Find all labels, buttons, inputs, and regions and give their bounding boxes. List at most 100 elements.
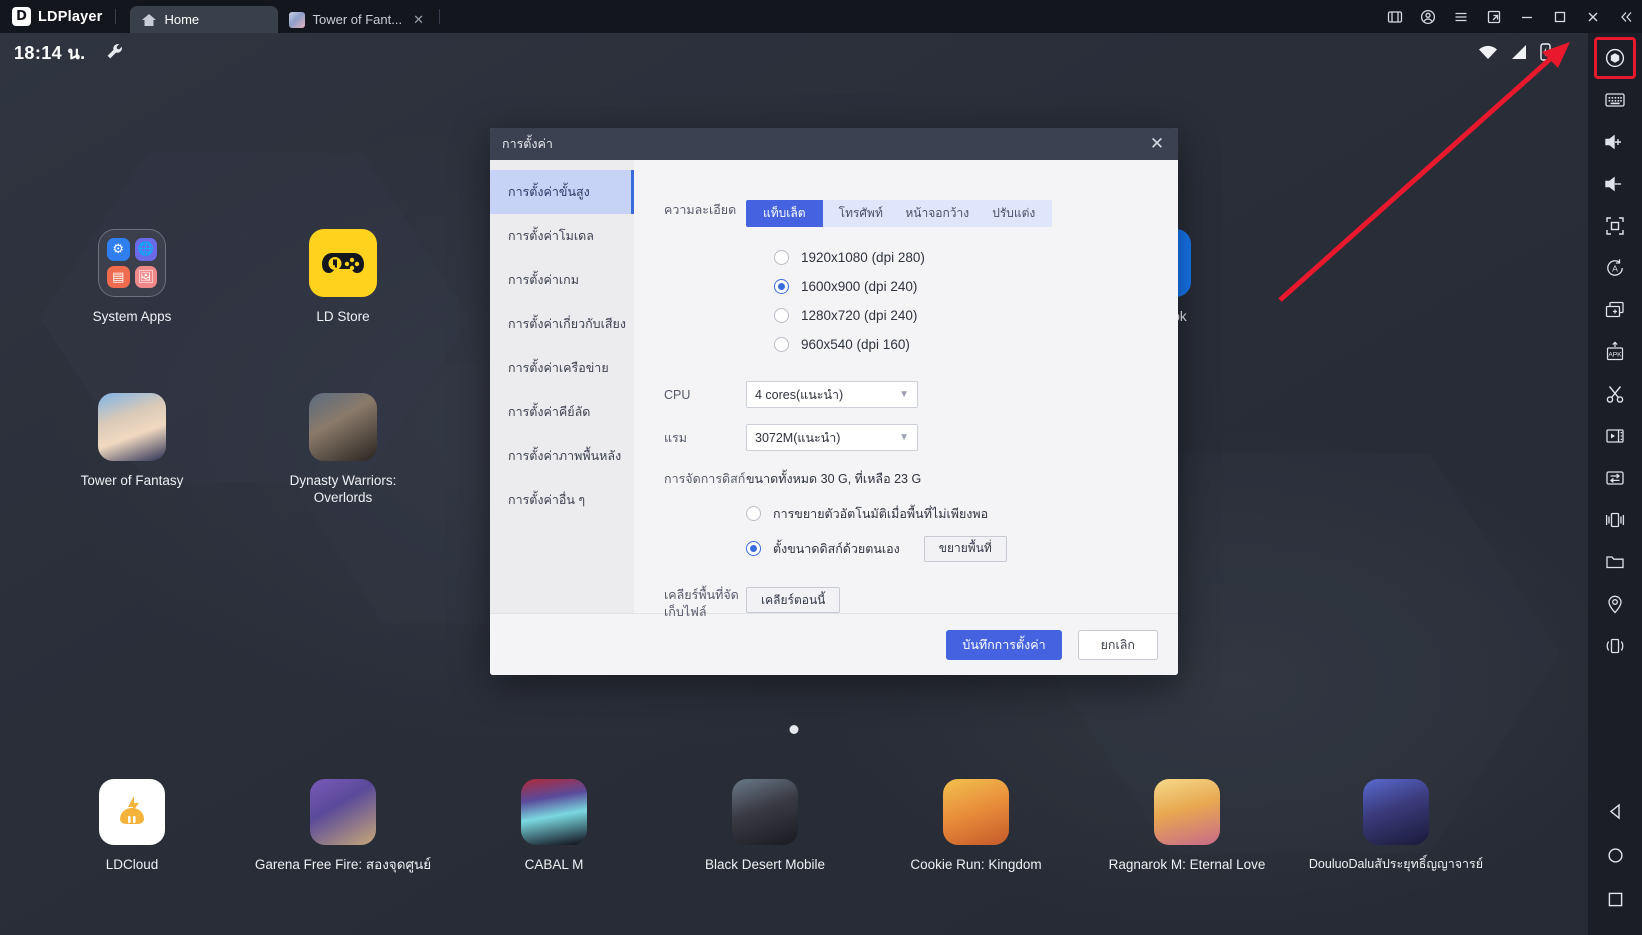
disk-option-manual[interactable]: ตั้งขนาดดิสก์ด้วยตนเอง ขยายพื้นที่ (746, 534, 1178, 563)
volume-down-icon[interactable] (1596, 165, 1634, 203)
account-button[interactable] (1411, 0, 1444, 33)
cpu-label: CPU (634, 388, 746, 402)
video-record-icon[interactable] (1596, 417, 1634, 455)
close-icon[interactable]: ✕ (413, 12, 424, 28)
folder-icon[interactable] (1596, 543, 1634, 581)
minimize-button[interactable] (1510, 0, 1543, 33)
radio-icon-selected[interactable] (746, 541, 761, 556)
menu-button[interactable] (1444, 0, 1477, 33)
sidebar-item-advanced[interactable]: การตั้งค่าขั้นสูง (490, 170, 634, 214)
mini-files-icon: ▤ (107, 266, 130, 289)
sidebar-item-label: การตั้งค่าเกม (508, 270, 579, 290)
sidebar-item-audio[interactable]: การตั้งค่าเกี่ยวกับเสียง (490, 302, 634, 346)
dynasty-warriors-icon (309, 393, 377, 461)
desktop-app-dynasty-warriors[interactable]: Dynasty Warriors: Overlords (268, 393, 418, 507)
add-instance-icon[interactable] (1596, 291, 1634, 329)
dock-app-garena-free-fire[interactable]: Garena Free Fire: สองจุดศูนย์ (243, 779, 443, 874)
mini-settings-icon: ⚙ (107, 238, 130, 261)
save-settings-button[interactable]: บันทึกการตั้งค่า (946, 630, 1061, 660)
android-recents-button[interactable] (1596, 877, 1634, 921)
collapse-toolbar-button[interactable] (1609, 0, 1642, 33)
status-clock: 18:14 น. (14, 38, 86, 67)
scissors-screenshot-icon[interactable] (1596, 375, 1634, 413)
dialog-title: การตั้งค่า (502, 134, 553, 154)
tab-tablet[interactable]: แท็บเล็ต (746, 200, 823, 227)
settings-gear-icon[interactable] (1596, 39, 1634, 77)
volume-up-icon[interactable] (1596, 123, 1634, 161)
game-thumb-icon (289, 12, 305, 28)
resolution-option-1920[interactable]: 1920x1080 (dpi 280) (774, 243, 1178, 272)
dock-app-cookie-run-kingdom[interactable]: Cookie Run: Kingdom (876, 779, 1076, 874)
disk-row: การจัดการดิสก์ ขนาดทั้งหมด 30 G, ที่เหลื… (634, 469, 1178, 563)
resolution-option-1280[interactable]: 1280x720 (dpi 240) (774, 301, 1178, 330)
app-label: Garena Free Fire: สองจุดศูนย์ (243, 857, 443, 874)
cancel-button[interactable]: ยกเลิก (1078, 630, 1158, 660)
radio-icon[interactable] (774, 337, 789, 352)
tab-widescreen[interactable]: หน้าจอกว้าง (899, 200, 976, 227)
rotate-screen-icon[interactable] (1596, 627, 1634, 665)
cpu-select[interactable]: 4 cores(แนะนำ) ▼ (746, 381, 918, 408)
dock-app-ragnarok-m[interactable]: Ragnarok M: Eternal Love (1087, 779, 1287, 874)
tab-custom[interactable]: ปรับแต่ง (976, 200, 1053, 227)
brand-name: LDPlayer (38, 9, 102, 25)
sidebar-item-label: การตั้งค่าภาพพื้นหลัง (508, 446, 621, 466)
apps-grid-button[interactable] (1378, 0, 1411, 33)
tab-tower-of-fantasy[interactable]: Tower of Fant... ✕ (278, 6, 435, 33)
app-label: Cookie Run: Kingdom (876, 857, 1076, 874)
sidebar-item-network[interactable]: การตั้งค่าเครือข่าย (490, 346, 634, 390)
expand-disk-button[interactable]: ขยายพื้นที่ (924, 536, 1007, 562)
dock-app-ldcloud[interactable]: LDCloud (32, 779, 232, 874)
maximize-button[interactable] (1543, 0, 1576, 33)
close-icon[interactable]: ✕ (1146, 133, 1168, 155)
desktop-app-tower-of-fantasy[interactable]: Tower of Fantasy (57, 393, 207, 490)
file-transfer-icon[interactable] (1596, 459, 1634, 497)
app-label: Tower of Fantasy (57, 473, 207, 490)
chevron-down-icon: ▼ (899, 389, 909, 400)
sidebar-item-label: การตั้งค่าเครือข่าย (508, 358, 609, 378)
page-indicator-dot[interactable] (790, 725, 799, 734)
sidebar-item-shortcuts[interactable]: การตั้งค่าคีย์ลัด (490, 390, 634, 434)
app-label: Dynasty Warriors: Overlords (268, 473, 418, 507)
sidebar-item-label: การตั้งค่าอื่น ๆ (508, 490, 585, 510)
multi-instance-button[interactable] (1477, 0, 1510, 33)
resolution-option-960[interactable]: 960x540 (dpi 160) (774, 330, 1178, 359)
disk-option-auto[interactable]: การขยายตัวอัตโนมัติเมื่อพื้นที่ไม่เพียงพ… (746, 499, 1178, 528)
tower-of-fantasy-icon (98, 393, 166, 461)
sidebar-item-wallpaper[interactable]: การตั้งค่าภาพพื้นหลัง (490, 434, 634, 478)
radio-icon[interactable] (774, 250, 789, 265)
radio-icon[interactable] (746, 506, 761, 521)
tab-phone[interactable]: โทรศัพท์ (823, 200, 900, 227)
radio-icon[interactable] (774, 308, 789, 323)
shake-icon[interactable] (1596, 501, 1634, 539)
desktop-app-system-apps[interactable]: ⚙ 🌐 ▤ 🖼 System Apps (57, 229, 207, 326)
tab-home[interactable]: Home (130, 6, 278, 33)
wrench-icon[interactable] (104, 41, 126, 63)
resolution-tabs: แท็บเล็ต โทรศัพท์ หน้าจอกว้าง ปรับแต่ง (746, 200, 1052, 227)
sidebar-item-other[interactable]: การตั้งค่าอื่น ๆ (490, 478, 634, 522)
install-apk-icon[interactable]: APK (1596, 333, 1634, 371)
sidebar-item-model[interactable]: การตั้งค่าโมเดล (490, 214, 634, 258)
android-home-button[interactable] (1596, 833, 1634, 877)
radio-icon-selected[interactable] (774, 279, 789, 294)
close-window-button[interactable] (1576, 0, 1609, 33)
dock-app-douluodalu[interactable]: DouluoDaluสัประยุทธิ์ญญาจารย์ (1296, 779, 1496, 873)
location-pin-icon[interactable] (1596, 585, 1634, 623)
fullscreen-icon[interactable] (1596, 207, 1634, 245)
ram-row: แรม 3072M(แนะนำ) ▼ (634, 424, 1178, 451)
tab-home-label: Home (164, 12, 199, 27)
rotate-auto-icon[interactable]: A (1596, 249, 1634, 287)
ram-select[interactable]: 3072M(แนะนำ) ▼ (746, 424, 918, 451)
sidebar-item-label: การตั้งค่าคีย์ลัด (508, 402, 590, 422)
sidebar-item-game[interactable]: การตั้งค่าเกม (490, 258, 634, 302)
ragnarok-m-icon (1154, 779, 1220, 845)
resolution-option-1600[interactable]: 1600x900 (dpi 240) (774, 272, 1178, 301)
android-back-button[interactable] (1596, 789, 1634, 833)
clear-now-button[interactable]: เคลียร์ตอนนี้ (746, 587, 840, 613)
dialog-sidebar: การตั้งค่าขั้นสูง การตั้งค่าโมเดล การตั้… (490, 160, 634, 613)
cleanup-label: เคลียร์พื้นที่จัดเก็บไฟล์ (634, 587, 746, 621)
dock-app-black-desert-mobile[interactable]: Black Desert Mobile (665, 779, 865, 874)
app-label: LD Store (268, 309, 418, 326)
dock-app-cabal-m[interactable]: CABAL M (454, 779, 654, 874)
keyboard-icon[interactable] (1596, 81, 1634, 119)
desktop-app-ld-store[interactable]: LD Store (268, 229, 418, 326)
